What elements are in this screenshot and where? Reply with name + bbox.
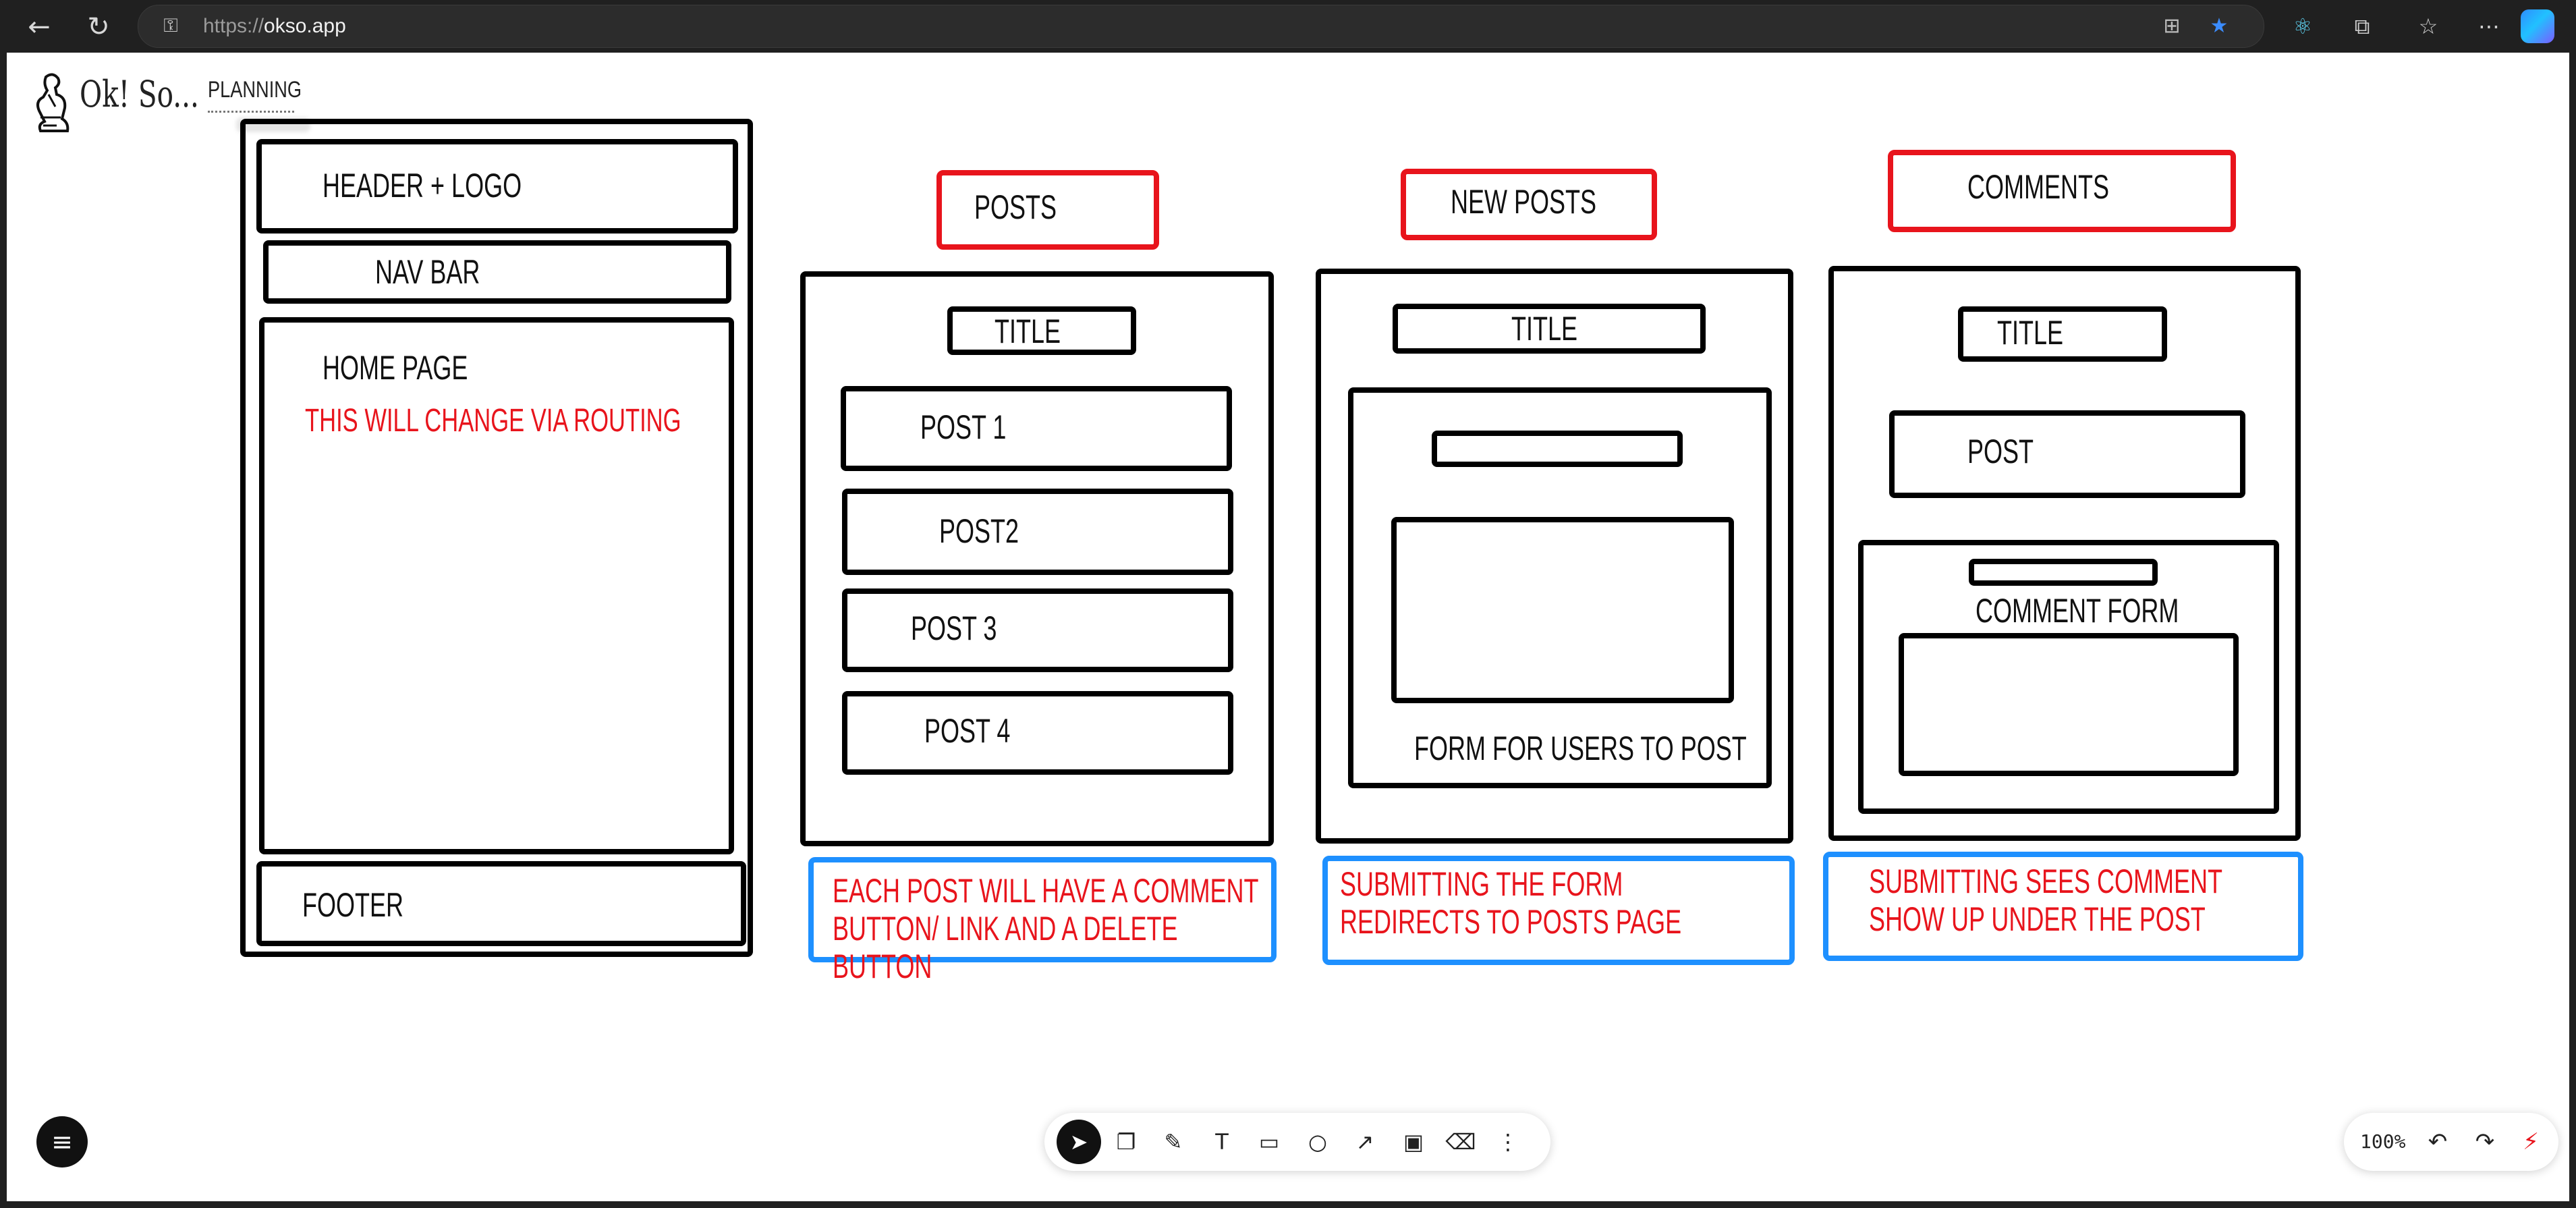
comment-textarea[interactable]: [1899, 633, 2239, 776]
browser-toolbar: ← ↻ ⚿ https://okso.app ⊞ ★ ⚛ ⧉ ☆ ⋯: [0, 0, 2576, 53]
back-arrow-icon[interactable]: ←: [20, 8, 58, 46]
select-arrow-icon[interactable]: ➤: [1057, 1120, 1101, 1164]
copilot-icon[interactable]: [2521, 9, 2554, 43]
post-item-label: POST 4: [924, 712, 1011, 750]
star-icon[interactable]: ★: [2206, 13, 2233, 40]
arrow-icon[interactable]: ↗: [1343, 1120, 1387, 1164]
drawing-toolbar: ➤ ❐ ✎ T ▭ ○ ↗ ▣ ⌫ ⋮: [1044, 1113, 1550, 1171]
pencil-icon[interactable]: ✎: [1151, 1120, 1196, 1164]
home-box[interactable]: [259, 317, 734, 854]
new-posts-note: SUBMITTING THE FORM REDIRECTS TO POSTS P…: [1340, 865, 1682, 941]
board-title[interactable]: PLANNING: [208, 77, 302, 103]
status-icon[interactable]: ⚡: [2509, 1120, 2553, 1164]
comments-title-label: TITLE: [1997, 314, 2064, 352]
header-label: HEADER + LOGO: [323, 167, 522, 204]
comments-note: SUBMITTING SEES COMMENT SHOW UP UNDER TH…: [1869, 862, 2222, 938]
text-icon[interactable]: T: [1200, 1120, 1244, 1164]
home-note: THIS WILL CHANGE VIA ROUTING: [305, 403, 681, 439]
app-logo-text[interactable]: Ok! So...: [80, 73, 199, 115]
lock-icon[interactable]: ⚿: [159, 13, 183, 38]
redo-icon[interactable]: ↷: [2463, 1120, 2507, 1164]
post-item-box[interactable]: [841, 386, 1232, 471]
undo-icon[interactable]: ↶: [2415, 1120, 2460, 1164]
rectangle-icon[interactable]: ▭: [1247, 1120, 1291, 1164]
nav-box[interactable]: [263, 240, 731, 304]
address-bar[interactable]: ⚿ https://okso.app ⊞ ★: [138, 5, 2264, 48]
post-item-box[interactable]: [842, 691, 1233, 775]
nav-label: NAV BAR: [375, 253, 480, 291]
posts-title-label: TITLE: [995, 312, 1061, 350]
comment-post-box[interactable]: [1889, 410, 2245, 498]
whiteboard-canvas[interactable]: Ok! So... PLANNING HEADER + LOGO NAV BAR…: [7, 53, 2569, 1201]
new-post-body-textarea[interactable]: [1391, 517, 1734, 703]
shapes-icon[interactable]: ❐: [1104, 1120, 1148, 1164]
url-text[interactable]: https://okso.app: [203, 5, 346, 47]
comment-name-input[interactable]: [1969, 559, 2158, 586]
comment-post-label: POST: [1967, 433, 2034, 470]
posts-note: EACH POST WILL HAVE A COMMENT BUTTON/ LI…: [833, 872, 1258, 985]
comment-form-label: COMMENT FORM: [1976, 592, 2179, 630]
post-item-box[interactable]: [842, 588, 1233, 672]
split-screen-icon[interactable]: ⊞: [2158, 13, 2185, 40]
more-vertical-icon[interactable]: ⋮: [1486, 1120, 1530, 1164]
eraser-icon[interactable]: ⌫: [1438, 1120, 1483, 1164]
home-label: HOME PAGE: [323, 349, 468, 387]
footer-label: FOOTER: [302, 886, 403, 924]
zoom-controls: 100% ↶ ↷ ⚡: [2344, 1113, 2558, 1171]
new-post-form-label: FORM FOR USERS TO POST: [1414, 730, 1747, 767]
post-item-label: POST 1: [920, 408, 1007, 446]
new-posts-title-label: TITLE: [1511, 310, 1578, 348]
more-icon[interactable]: ⋯: [2472, 9, 2506, 43]
refresh-icon[interactable]: ↻: [80, 8, 117, 46]
board-title-underline: [208, 111, 294, 113]
menu-icon[interactable]: ≡: [36, 1116, 88, 1168]
post-item-label: POST 3: [911, 609, 997, 647]
post-item-label: POST2: [939, 512, 1019, 550]
new-post-title-input[interactable]: [1432, 431, 1683, 467]
zoom-level[interactable]: 100%: [2360, 1113, 2405, 1171]
new-posts-tag-label: NEW POSTS: [1451, 183, 1597, 221]
image-icon[interactable]: ▣: [1391, 1120, 1436, 1164]
react-extension-icon[interactable]: ⚛: [2286, 9, 2320, 43]
thinker-logo-icon: [36, 73, 69, 132]
favorites-icon[interactable]: ☆: [2411, 9, 2445, 43]
post-item-box[interactable]: [842, 489, 1233, 575]
comments-tag-label: COMMENTS: [1967, 168, 2109, 206]
circle-icon[interactable]: ○: [1295, 1120, 1340, 1164]
puzzle-icon[interactable]: ⧉: [2345, 9, 2379, 43]
posts-tag-label: POSTS: [974, 188, 1057, 226]
